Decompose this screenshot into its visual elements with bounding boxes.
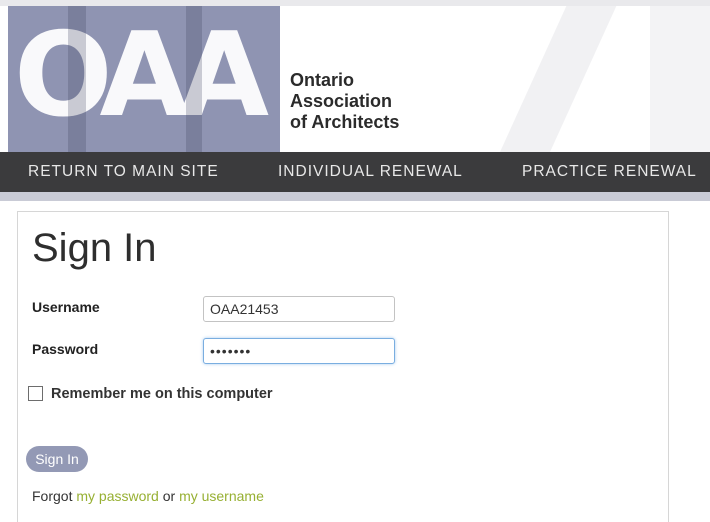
main-nav: RETURN TO MAIN SITE INDIVIDUAL RENEWAL P…	[0, 152, 710, 192]
username-input[interactable]	[203, 296, 395, 322]
org-name-line: Association	[290, 91, 393, 111]
sign-in-button[interactable]: Sign In	[26, 446, 88, 472]
logo-shade	[68, 6, 86, 152]
forgot-or: or	[162, 488, 176, 504]
sign-in-panel: Sign In Username Password Remember me on…	[17, 211, 669, 522]
password-input[interactable]	[203, 338, 395, 364]
remember-me-label[interactable]: Remember me on this computer	[51, 386, 273, 402]
org-name-line: Ontario	[290, 70, 355, 90]
nav-practice-renewal[interactable]: PRACTICE RENEWAL	[522, 152, 697, 192]
password-label: Password	[32, 341, 99, 357]
forgot-credentials: Forgot my password or my username	[32, 488, 264, 504]
logo-shade	[186, 6, 202, 152]
nav-return-to-main-site[interactable]: RETURN TO MAIN SITE	[28, 152, 219, 192]
oaa-logo[interactable]: OAA	[8, 6, 280, 152]
logo-letters: OAA	[14, 8, 269, 143]
forgot-prefix: Forgot	[32, 488, 73, 504]
site-header: OAA Ontario Association of Architects	[0, 6, 710, 152]
nav-underline	[0, 192, 710, 201]
username-label: Username	[32, 299, 100, 315]
organization-name: Ontario Association of Architects	[290, 70, 399, 133]
nav-individual-renewal[interactable]: INDIVIDUAL RENEWAL	[278, 152, 463, 192]
forgot-password-link[interactable]: my password	[76, 488, 158, 504]
remember-me-checkbox[interactable]	[28, 386, 43, 401]
page-title: Sign In	[32, 226, 157, 270]
org-name-line: of Architects	[290, 112, 400, 132]
forgot-username-link[interactable]: my username	[179, 488, 264, 504]
